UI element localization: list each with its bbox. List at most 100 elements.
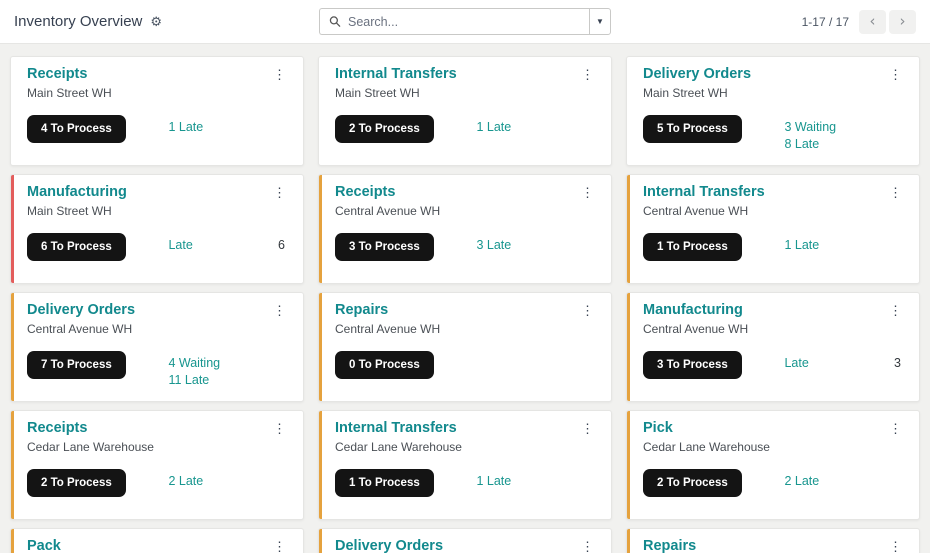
stat-line: 11 Late — [168, 372, 285, 389]
card-body: 2 To Process 2 Late — [27, 469, 289, 497]
card-body: 0 To Process — [335, 351, 597, 379]
stat-label-link[interactable]: 8 Late — [784, 136, 819, 153]
card-body: 7 To Process 4 Waiting 11 Late — [27, 351, 289, 387]
to-process-button[interactable]: 2 To Process — [27, 469, 126, 497]
operation-type-link[interactable]: Manufacturing — [27, 184, 127, 200]
card-body: 1 To Process 1 Late — [335, 469, 597, 497]
kebab-menu-icon[interactable]: ⋮ — [578, 420, 597, 437]
kebab-menu-icon[interactable]: ⋮ — [886, 420, 905, 437]
stat-label-link[interactable]: Late — [784, 355, 808, 372]
stat-count-link[interactable]: 6 — [278, 237, 285, 254]
kebab-menu-icon[interactable]: ⋮ — [270, 302, 289, 319]
card-stats: Late 6 — [168, 237, 285, 254]
to-process-button[interactable]: 3 To Process — [643, 351, 742, 379]
card-body: 4 To Process 1 Late — [27, 115, 289, 143]
pager-previous-button[interactable]: ‹ — [859, 9, 886, 34]
kebab-menu-icon[interactable]: ⋮ — [886, 66, 905, 83]
search-input[interactable] — [348, 14, 580, 29]
operation-type-link[interactable]: Delivery Orders — [643, 66, 751, 82]
card-accent-stripe — [11, 175, 14, 283]
card-accent-stripe — [11, 293, 14, 401]
stat-label-link[interactable]: 3 Late — [476, 237, 511, 254]
operation-type-link[interactable]: Internal Transfers — [335, 66, 457, 82]
operation-type-link[interactable]: Receipts — [27, 420, 87, 436]
kebab-menu-icon[interactable]: ⋮ — [578, 538, 597, 553]
top-bar: Inventory Overview ⚙ ▼ 1-17 / 17 ‹ › — [0, 0, 930, 44]
kebab-menu-icon[interactable]: ⋮ — [270, 420, 289, 437]
to-process-button[interactable]: 1 To Process — [643, 233, 742, 261]
kanban-card: Delivery Orders ⋮ Central Avenue WH 7 To… — [10, 292, 304, 402]
search-options-toggle[interactable]: ▼ — [589, 8, 611, 35]
stat-label-link[interactable]: 2 Late — [784, 473, 819, 490]
kebab-menu-icon[interactable]: ⋮ — [886, 184, 905, 201]
to-process-button[interactable]: 7 To Process — [27, 351, 126, 379]
kanban-card: Receipts ⋮ Cedar Lane Warehouse 2 To Pro… — [10, 410, 304, 520]
search-icon — [329, 16, 341, 27]
kebab-menu-icon[interactable]: ⋮ — [886, 538, 905, 553]
stat-line: 1 Late — [784, 237, 901, 254]
operation-type-link[interactable]: Pick — [643, 420, 673, 436]
card-stats: 1 Late — [784, 237, 901, 254]
card-accent-stripe — [11, 57, 14, 165]
stat-label-link[interactable]: 1 Late — [476, 119, 511, 136]
stat-label-link[interactable]: 11 Late — [168, 372, 209, 389]
card-header: Delivery Orders ⋮ — [335, 538, 597, 553]
card-accent-stripe — [627, 293, 630, 401]
kebab-menu-icon[interactable]: ⋮ — [270, 538, 289, 553]
operation-type-link[interactable]: Receipts — [27, 66, 87, 82]
to-process-button[interactable]: 5 To Process — [643, 115, 742, 143]
kebab-menu-icon[interactable]: ⋮ — [578, 184, 597, 201]
operation-type-link[interactable]: Delivery Orders — [27, 302, 135, 318]
settings-gear-icon[interactable]: ⚙ — [150, 15, 162, 28]
kanban-card: Delivery Orders ⋮ — [318, 528, 612, 553]
warehouse-name: Cedar Lane Warehouse — [335, 440, 462, 454]
warehouse-name: Central Avenue WH — [643, 322, 749, 336]
to-process-button[interactable]: 2 To Process — [335, 115, 434, 143]
card-header: Manufacturing ⋮ — [27, 184, 289, 201]
to-process-button[interactable]: 2 To Process — [643, 469, 742, 497]
kebab-menu-icon[interactable]: ⋮ — [578, 66, 597, 83]
stat-label-link[interactable]: 3 Waiting — [784, 119, 836, 136]
operation-type-link[interactable]: Internal Transfers — [335, 420, 457, 436]
to-process-button[interactable]: 1 To Process — [335, 469, 434, 497]
card-stats: 4 Waiting 11 Late — [168, 355, 285, 389]
card-header: Pack ⋮ — [27, 538, 289, 553]
to-process-button[interactable]: 3 To Process — [335, 233, 434, 261]
card-header: Repairs ⋮ — [335, 302, 597, 319]
kanban-card: Delivery Orders ⋮ Main Street WH 5 To Pr… — [626, 56, 920, 166]
operation-type-link[interactable]: Repairs — [643, 538, 696, 553]
operation-type-link[interactable]: Manufacturing — [643, 302, 743, 318]
operation-type-link[interactable]: Delivery Orders — [335, 538, 443, 553]
operation-type-link[interactable]: Pack — [27, 538, 61, 553]
search-box[interactable] — [319, 8, 589, 35]
kebab-menu-icon[interactable]: ⋮ — [270, 66, 289, 83]
card-accent-stripe — [319, 411, 322, 519]
kanban-card: Manufacturing ⋮ Central Avenue WH 3 To P… — [626, 292, 920, 402]
stat-count-link[interactable]: 3 — [894, 355, 901, 372]
stat-line: 3 Waiting — [784, 119, 901, 136]
kebab-menu-icon[interactable]: ⋮ — [578, 302, 597, 319]
kanban-card: Internal Transfers ⋮ Main Street WH 2 To… — [318, 56, 612, 166]
stat-label-link[interactable]: Late — [168, 237, 192, 254]
kanban-card: Repairs ⋮ Central Avenue WH 0 To Process — [318, 292, 612, 402]
operation-type-link[interactable]: Internal Transfers — [643, 184, 765, 200]
pager-next-button[interactable]: › — [889, 9, 916, 34]
card-accent-stripe — [319, 175, 322, 283]
to-process-button[interactable]: 6 To Process — [27, 233, 126, 261]
kebab-menu-icon[interactable]: ⋮ — [886, 302, 905, 319]
card-accent-stripe — [627, 411, 630, 519]
operation-type-link[interactable]: Receipts — [335, 184, 395, 200]
stat-label-link[interactable]: 1 Late — [476, 473, 511, 490]
stat-line: Late 6 — [168, 237, 285, 254]
card-accent-stripe — [11, 411, 14, 519]
card-body: 2 To Process 1 Late — [335, 115, 597, 143]
operation-type-link[interactable]: Repairs — [335, 302, 388, 318]
to-process-button[interactable]: 4 To Process — [27, 115, 126, 143]
kebab-menu-icon[interactable]: ⋮ — [270, 184, 289, 201]
card-header: Delivery Orders ⋮ — [27, 302, 289, 319]
stat-label-link[interactable]: 1 Late — [784, 237, 819, 254]
stat-label-link[interactable]: 4 Waiting — [168, 355, 220, 372]
to-process-button[interactable]: 0 To Process — [335, 351, 434, 379]
stat-label-link[interactable]: 2 Late — [168, 473, 203, 490]
stat-label-link[interactable]: 1 Late — [168, 119, 203, 136]
